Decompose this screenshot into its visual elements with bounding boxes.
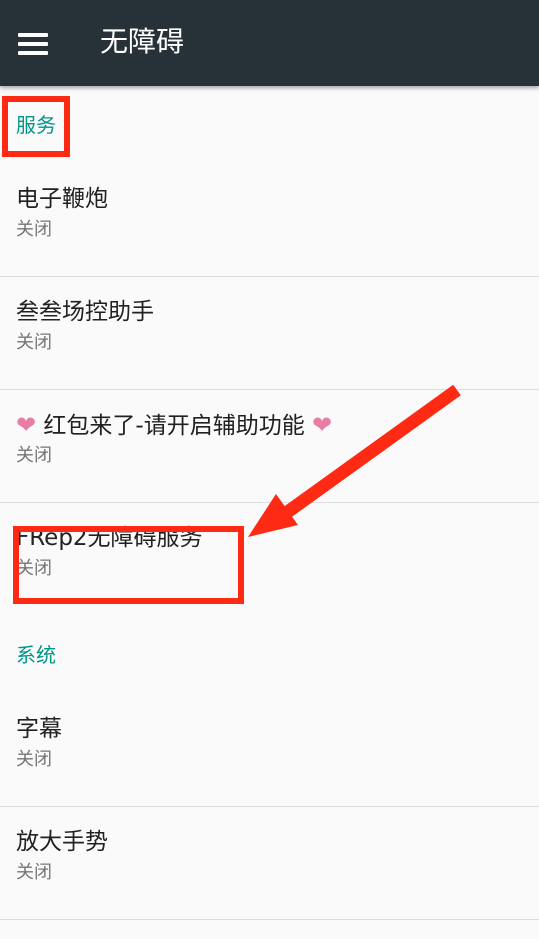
heart-icon: ❤ [312, 411, 333, 439]
heart-icon: ❤ [16, 411, 37, 439]
item-title-row: ❤ 红包来了-请开启辅助功能 ❤ [16, 408, 332, 443]
list-item-sansan-assistant[interactable]: 叁叁场控助手 关闭 [0, 277, 539, 389]
section-header-services: 服务 [16, 113, 56, 137]
item-summary: 关闭 [16, 749, 52, 770]
page-title: 无障碍 [100, 25, 185, 58]
list-item-frep2[interactable]: FRep2无障碍服务 关闭 [0, 503, 539, 615]
item-summary: 关闭 [16, 445, 52, 466]
list-item-magnification-gestures[interactable]: 放大手势 关闭 [0, 807, 539, 919]
item-title: 红包来了-请开启辅助功能 [43, 413, 305, 439]
section-header-system: 系统 [16, 643, 56, 667]
app-bar: 无障碍 [0, 0, 539, 86]
list-item-captions[interactable]: 字幕 关闭 [0, 694, 539, 806]
item-summary: 关闭 [16, 862, 52, 883]
list-item-electronic-firecracker[interactable]: 电子鞭炮 关闭 [0, 164, 539, 276]
item-title: 放大手势 [16, 829, 108, 855]
item-summary: 关闭 [16, 558, 52, 579]
item-title: 字幕 [16, 716, 62, 742]
list-item-hongbao[interactable]: ❤ 红包来了-请开启辅助功能 ❤ 关闭 [0, 390, 539, 502]
item-title: 叁叁场控助手 [16, 299, 154, 325]
item-summary: 关闭 [16, 219, 52, 240]
item-title: 电子鞭炮 [16, 186, 108, 212]
item-summary: 关闭 [16, 332, 52, 353]
divider [0, 919, 539, 920]
hamburger-menu-icon[interactable] [18, 33, 48, 55]
item-title: FRep2无障碍服务 [16, 525, 203, 551]
